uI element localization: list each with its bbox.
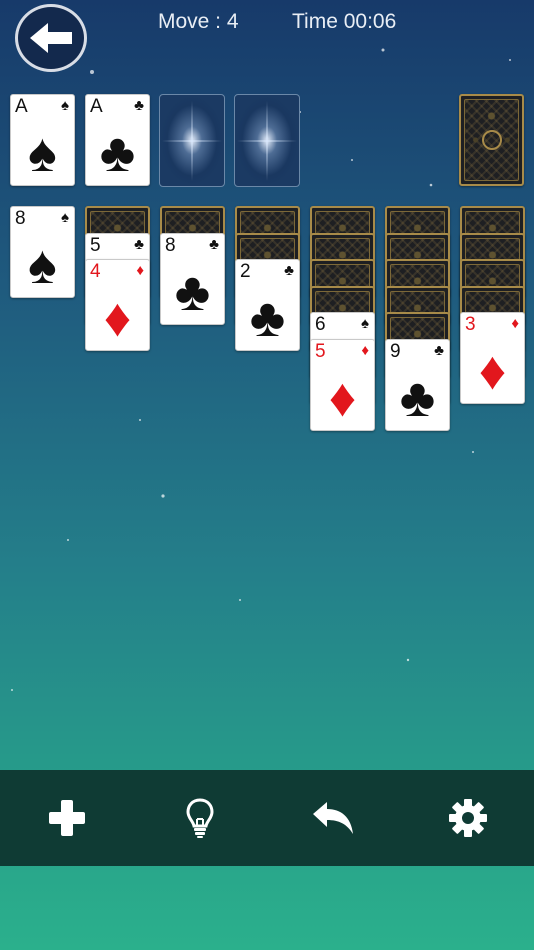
- card-suit-small: ♣: [284, 262, 294, 279]
- new-game-button[interactable]: [0, 770, 133, 866]
- card-suit-small: ♣: [209, 235, 219, 253]
- card-suit-large: ♣: [99, 123, 136, 183]
- lightbulb-icon: [185, 798, 214, 838]
- card-suit-small: ♦: [361, 341, 369, 359]
- card-suit-small: ♠: [361, 315, 369, 332]
- move-counter: Move : 4: [158, 10, 239, 33]
- card-suit-small: ♦: [136, 262, 144, 279]
- card-rank: 8: [165, 234, 176, 256]
- card-rank: 5: [90, 234, 101, 256]
- stock-pile[interactable]: [459, 94, 524, 186]
- card-rank: 9: [390, 340, 401, 362]
- card-suit-small: ♦: [511, 315, 519, 332]
- foundation-card[interactable]: A ♠ ♠: [10, 94, 75, 186]
- undo-button[interactable]: [266, 770, 399, 866]
- tableau-card[interactable]: 4 ♦ ♦: [85, 259, 150, 351]
- undo-icon: [312, 802, 353, 834]
- card-suit-large: ♠: [28, 123, 57, 183]
- card-back-emblem: [481, 130, 502, 150]
- tableau-card[interactable]: 8 ♠ ♠: [10, 206, 75, 298]
- card-suit-large: ♣: [249, 288, 286, 348]
- foundation-empty-slot[interactable]: [234, 94, 300, 187]
- foundation-empty-slot[interactable]: [159, 94, 225, 187]
- bottom-toolbar: [0, 770, 534, 866]
- card-suit-large: ♦: [103, 288, 132, 348]
- card-suit-small: ♣: [134, 97, 144, 114]
- tableau-card[interactable]: 8 ♣ ♣: [160, 232, 225, 325]
- card-rank: 3: [465, 314, 476, 335]
- card-suit-small: ♣: [134, 235, 144, 253]
- card-suit-small: ♠: [61, 97, 69, 114]
- card-rank: 8: [15, 208, 26, 229]
- card-rank: A: [15, 96, 28, 117]
- tableau-card[interactable]: 5 ♦ ♦: [310, 338, 375, 431]
- card-rank: 2: [240, 261, 251, 282]
- card-suit-large: ♦: [478, 341, 507, 401]
- card-rank: 4: [90, 261, 101, 282]
- header: Move : 4 Time 00:06: [0, 0, 534, 72]
- gear-icon: [448, 799, 487, 837]
- tableau-card[interactable]: 3 ♦ ♦: [460, 312, 525, 404]
- tableau-card[interactable]: 9 ♣ ♣: [385, 338, 450, 431]
- foundation-card[interactable]: A ♣ ♣: [85, 94, 150, 186]
- card-suit-small: ♣: [434, 341, 444, 359]
- card-rank: 5: [315, 340, 326, 362]
- hint-button[interactable]: [133, 770, 266, 866]
- card-suit-large: ♣: [399, 367, 436, 428]
- back-button[interactable]: [15, 4, 87, 72]
- card-suit-large: ♣: [174, 261, 211, 322]
- card-rank: 6: [315, 314, 326, 335]
- tableau-card[interactable]: 2 ♣ ♣: [235, 259, 300, 351]
- back-arrow-icon: [30, 23, 72, 53]
- card-rank: A: [90, 96, 103, 117]
- card-suit-large: ♠: [28, 235, 57, 295]
- timer: Time 00:06: [292, 10, 397, 33]
- plus-icon: [48, 800, 85, 836]
- card-suit-large: ♦: [328, 367, 357, 428]
- settings-button[interactable]: [401, 770, 534, 866]
- card-suit-small: ♠: [61, 209, 69, 226]
